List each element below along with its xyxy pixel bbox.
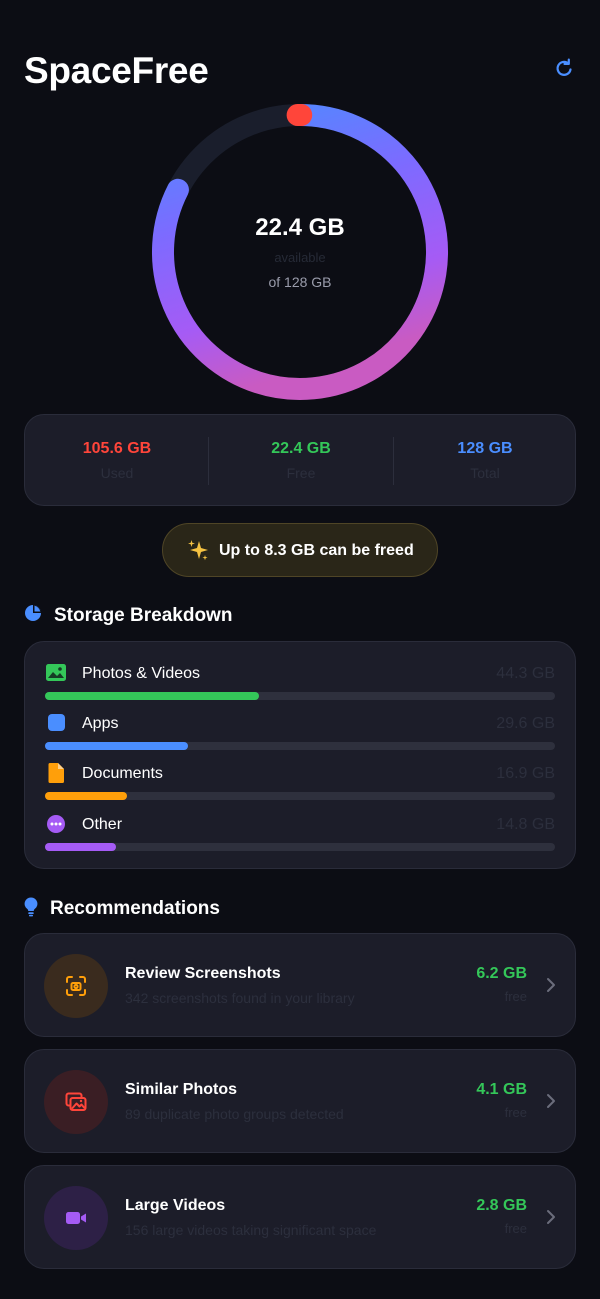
breakdown-track (45, 843, 555, 851)
breakdown-label: Photos & Videos (82, 665, 201, 682)
recommendation-description: 156 large videos taking significant spac… (125, 1222, 377, 1238)
refresh-button[interactable] (552, 56, 576, 80)
breakdown-track (45, 692, 555, 700)
stat-total-label: Total (470, 465, 500, 481)
stat-free-label: Free (286, 465, 316, 481)
gauge-center: 22.4 GB available of 128 GB (150, 102, 450, 402)
document-icon (48, 763, 64, 783)
stat-used-value: 105.6 GB (82, 440, 152, 457)
stat-used-label: Used (100, 465, 134, 481)
can-be-freed-text: Up to 8.3 GB can be freed (219, 542, 414, 559)
recommendation-title: Review Screenshots (125, 965, 281, 982)
recommendation-description: 89 duplicate photo groups detected (125, 1106, 344, 1122)
header: SpaceFree (24, 44, 576, 100)
storage-gauge: 22.4 GB available of 128 GB (150, 102, 450, 402)
recommendation-title: Large Videos (125, 1197, 226, 1214)
breakdown-label: Other (82, 816, 123, 833)
recommendation-icon-badge (44, 1070, 108, 1134)
pie-chart-icon (25, 605, 41, 621)
breakdown-track (45, 742, 555, 750)
breakdown-item-other[interactable]: Other 14.8 GB (45, 814, 555, 860)
breakdown-label: Apps (82, 715, 119, 732)
screenshot-icon (66, 976, 86, 996)
video-icon (66, 1212, 86, 1224)
storage-breakdown-card: Photos & Videos 44.3 GB Apps 29.6 GB Doc… (24, 641, 576, 869)
breakdown-item-photos-videos[interactable]: Photos & Videos 44.3 GB (45, 663, 555, 709)
recommendation-review-screenshots[interactable]: Review Screenshots 342 screenshots found… (24, 933, 576, 1037)
app-root: SpaceFree 22.4 GB available of 128 GB 10… (0, 0, 600, 1299)
recommendation-free-label: free (504, 1105, 527, 1120)
recommendation-description: 342 screenshots found in your library (125, 990, 355, 1006)
recommendation-title: Similar Photos (125, 1081, 238, 1098)
chevron-right-icon (547, 1210, 555, 1224)
more-icon (47, 815, 65, 833)
breakdown-fill (45, 792, 127, 800)
breakdown-item-apps[interactable]: Apps 29.6 GB (45, 713, 555, 759)
chevron-right-icon (547, 1094, 555, 1108)
sparkles-icon (188, 540, 208, 561)
recommendations-title: Recommendations (50, 898, 220, 919)
breakdown-fill (45, 692, 259, 700)
stat-total-value: 128 GB (457, 440, 513, 457)
photo-icon (46, 664, 66, 681)
breakdown-label: Documents (82, 765, 163, 782)
lightbulb-icon (24, 897, 38, 917)
gauge-value: 22.4 GB (255, 214, 345, 241)
recommendation-size: 2.8 GB (476, 1197, 527, 1214)
can-be-freed-banner[interactable]: Up to 8.3 GB can be freed (162, 523, 438, 577)
breakdown-size: 16.9 GB (496, 765, 555, 782)
app-title: SpaceFree (24, 50, 209, 91)
storage-stats-card: 105.6 GB Used 22.4 GB Free 128 GB Total (24, 414, 576, 506)
recommendation-icon-badge (44, 954, 108, 1018)
photos-stack-icon (65, 1092, 87, 1111)
stat-free-value: 22.4 GB (271, 440, 331, 457)
gauge-sub-label: available (274, 250, 326, 265)
stat-used: 105.6 GB Used (25, 415, 209, 507)
breakdown-size: 14.8 GB (496, 816, 555, 833)
recommendation-icon-badge (44, 1186, 108, 1250)
breakdown-fill (45, 742, 188, 750)
recommendation-large-videos[interactable]: Large Videos 156 large videos taking sig… (24, 1165, 576, 1269)
gauge-of-label: of 128 GB (268, 274, 332, 290)
recommendation-size: 6.2 GB (476, 965, 527, 982)
recommendation-size: 4.1 GB (476, 1081, 527, 1098)
app-icon (48, 714, 65, 731)
recommendation-free-label: free (504, 1221, 527, 1236)
recommendation-similar-photos[interactable]: Similar Photos 89 duplicate photo groups… (24, 1049, 576, 1153)
breakdown-item-documents[interactable]: Documents 16.9 GB (45, 763, 555, 809)
storage-breakdown-title: Storage Breakdown (54, 605, 233, 626)
breakdown-size: 29.6 GB (496, 715, 555, 732)
stat-total: 128 GB Total (393, 415, 577, 507)
breakdown-size: 44.3 GB (496, 665, 555, 682)
stat-free: 22.4 GB Free (209, 415, 393, 507)
breakdown-fill (45, 843, 117, 851)
refresh-icon (556, 58, 572, 76)
chevron-right-icon (547, 978, 555, 992)
breakdown-track (45, 792, 555, 800)
recommendation-free-label: free (504, 989, 527, 1004)
